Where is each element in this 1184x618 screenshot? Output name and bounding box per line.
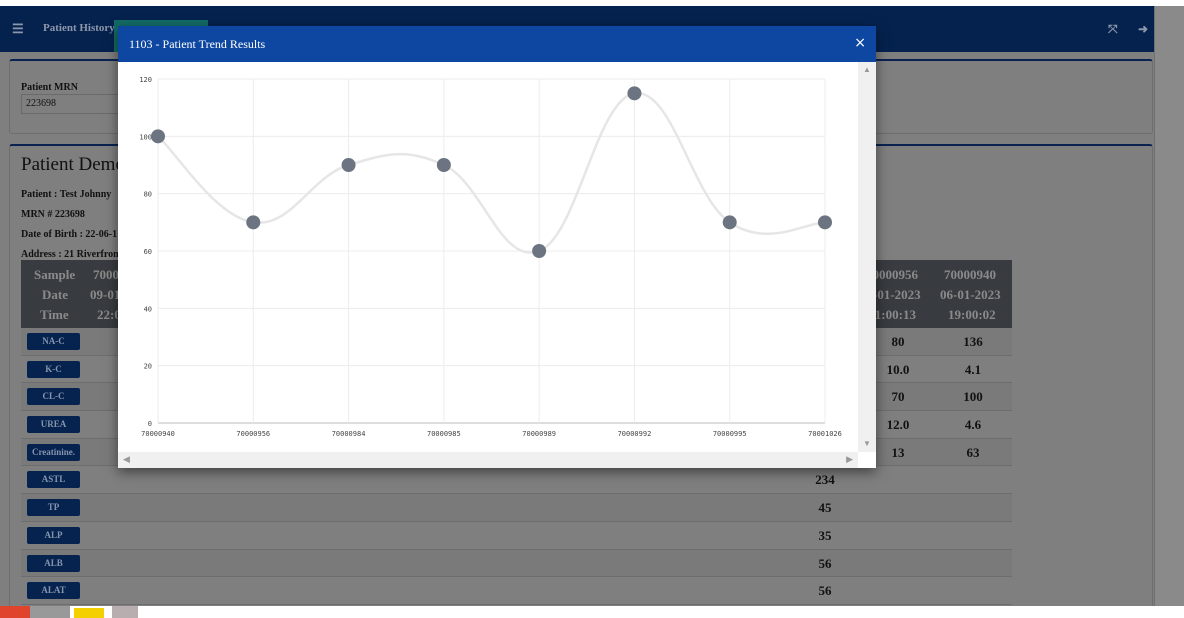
y-tick-label: 60 xyxy=(144,248,152,256)
test-button[interactable]: Creatinine. xyxy=(27,443,80,461)
table-row: ALB 56 xyxy=(21,549,1012,578)
test-button[interactable]: ASTL xyxy=(27,471,80,489)
data-point xyxy=(341,158,356,172)
mrn-label: Patient MRN xyxy=(21,82,78,93)
result-value: 70 xyxy=(891,389,905,405)
x-tick-label: 70000956 xyxy=(236,430,270,438)
x-tick-label: 70000940 xyxy=(141,430,175,438)
series-line xyxy=(157,92,826,254)
x-tick-label: 70000995 xyxy=(713,430,747,438)
result-value: 4.6 xyxy=(964,417,982,433)
taskbar-app-icon[interactable] xyxy=(74,608,104,618)
result-value: 63 xyxy=(966,444,980,460)
expand-icon[interactable]: ⤧ xyxy=(1108,22,1118,37)
table-row: TP 45 xyxy=(21,494,1012,522)
trend-modal: 1103 - Patient Trend Results × 0 20 40 60 80… xyxy=(118,26,876,468)
test-button[interactable]: K-C xyxy=(27,360,80,378)
cola-time: 11:00:13 xyxy=(869,307,916,322)
data-point xyxy=(246,215,261,230)
modal-title: 1103 - Patient Trend Results xyxy=(129,37,266,51)
test-button[interactable]: NA-C xyxy=(27,333,80,350)
scroll-up-icon[interactable]: ▲ xyxy=(858,65,876,74)
patient-name: Patient : Test Johnny xyxy=(21,189,112,200)
data-point xyxy=(627,86,642,101)
header-time: Time xyxy=(40,307,69,322)
scroll-left-icon[interactable]: ◀ xyxy=(123,454,130,465)
header-date: Date xyxy=(42,287,68,302)
result-value: 234 xyxy=(815,472,835,488)
result-value: 12.0 xyxy=(886,417,910,433)
modal-header: 1103 - Patient Trend Results × xyxy=(118,26,876,62)
result-value: 80 xyxy=(891,334,905,349)
result-value: 136 xyxy=(963,334,983,349)
trend-chart: 0 20 40 60 80 100 120 70000940 70000956 70000984 7… xyxy=(139,76,842,438)
data-point xyxy=(436,158,451,172)
scroll-right-icon[interactable]: ▶ xyxy=(846,454,853,465)
y-tick-label: 100 xyxy=(139,133,152,141)
col1-date: 09-01 xyxy=(90,287,121,302)
patient-dob: Date of Birth : 22-06-1 xyxy=(21,229,118,240)
result-value: 56 xyxy=(818,555,832,571)
taskbar-app-icon[interactable] xyxy=(112,606,138,618)
y-tick-label: 120 xyxy=(139,76,152,84)
test-button[interactable]: CL-C xyxy=(27,388,80,406)
result-value: 100 xyxy=(963,389,983,405)
colb-time: 19:00:02 xyxy=(948,307,996,322)
patient-address: Address : 21 Riverfron xyxy=(21,249,119,260)
demographics-heading: Patient Demo xyxy=(21,154,125,175)
col1-sample: 7000 xyxy=(93,267,119,282)
test-button[interactable]: UREA xyxy=(27,416,80,434)
taskbar-app-icon[interactable] xyxy=(30,606,70,618)
close-icon[interactable]: × xyxy=(854,35,866,51)
data-point xyxy=(532,244,547,258)
sign-out-icon[interactable]: ➜ xyxy=(1138,22,1148,37)
taskbar-app-icon[interactable] xyxy=(0,606,30,618)
result-value: 35 xyxy=(818,527,832,543)
y-tick-label: 80 xyxy=(144,191,152,199)
test-button[interactable]: ALB xyxy=(27,554,80,572)
x-tick-label: 70000984 xyxy=(332,430,366,438)
test-button[interactable]: TP xyxy=(27,499,80,517)
result-value: 10.0 xyxy=(886,361,910,377)
colb-date: 06-01-2023 xyxy=(940,287,1001,302)
nav-title[interactable]: Patient History xyxy=(43,22,115,34)
header-sample: Sample xyxy=(34,267,76,282)
test-button[interactable]: ALAT xyxy=(27,582,80,600)
data-point xyxy=(151,129,165,144)
y-tick-label: 40 xyxy=(144,305,152,313)
x-tick-label: 70001026 xyxy=(808,430,842,438)
result-value: 13 xyxy=(891,444,905,460)
page-scrollbar[interactable] xyxy=(1154,6,1184,606)
scroll-down-icon[interactable]: ▼ xyxy=(858,439,876,448)
data-point xyxy=(722,215,737,230)
x-tick-label: 70000985 xyxy=(427,430,461,438)
y-tick-label: 0 xyxy=(148,420,152,428)
modal-vertical-scrollbar[interactable]: ▲ ▼ xyxy=(858,62,876,452)
test-button[interactable]: ALP xyxy=(27,526,80,544)
taskbar xyxy=(0,606,1184,618)
result-value: 45 xyxy=(818,500,832,516)
result-value: 4.1 xyxy=(964,361,982,377)
x-tick-label: 70000992 xyxy=(618,430,652,438)
table-row: ASTL 234 xyxy=(21,466,1012,495)
mrn-input[interactable]: 223698 xyxy=(21,94,121,114)
data-point xyxy=(818,215,832,230)
table-row: ALP 35 xyxy=(21,522,1012,550)
table-row: ALAT 56 xyxy=(21,577,1012,605)
modal-horizontal-scrollbar[interactable]: ◀ ▶ xyxy=(118,452,858,468)
result-value: 56 xyxy=(818,583,832,599)
y-tick-label: 20 xyxy=(144,363,152,371)
x-tick-label: 70000989 xyxy=(522,430,556,438)
patient-mrn: MRN # 223698 xyxy=(21,209,85,220)
colb-sample: 70000940 xyxy=(944,267,996,282)
hamburger-icon[interactable]: ☰ xyxy=(12,21,24,37)
